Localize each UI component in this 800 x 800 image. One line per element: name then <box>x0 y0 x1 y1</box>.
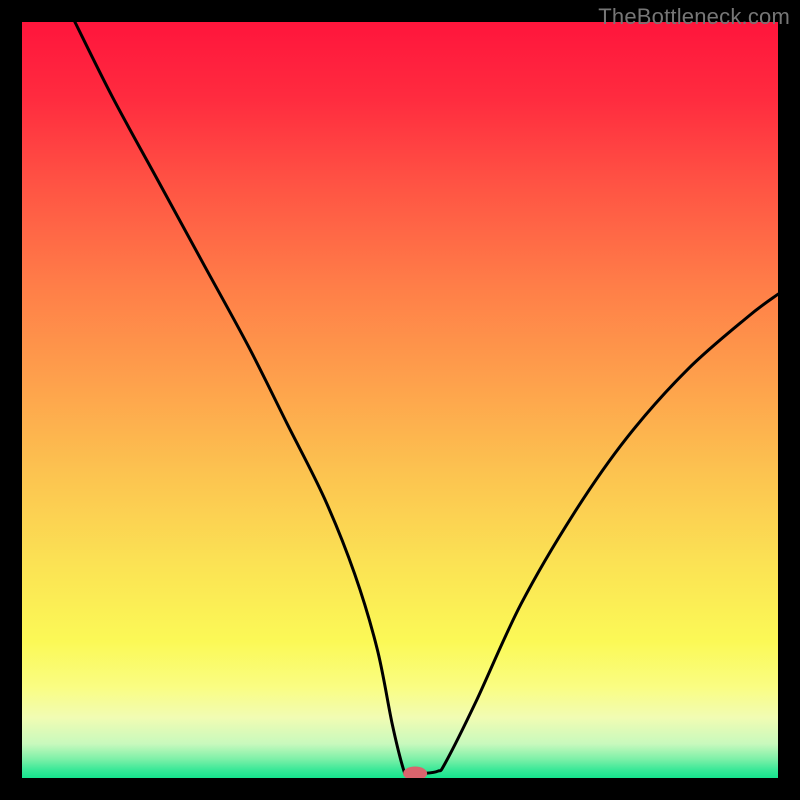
chart-frame: TheBottleneck.com <box>0 0 800 800</box>
watermark-text: TheBottleneck.com <box>598 4 790 30</box>
plot-area <box>22 22 778 778</box>
optimum-marker <box>22 22 778 778</box>
